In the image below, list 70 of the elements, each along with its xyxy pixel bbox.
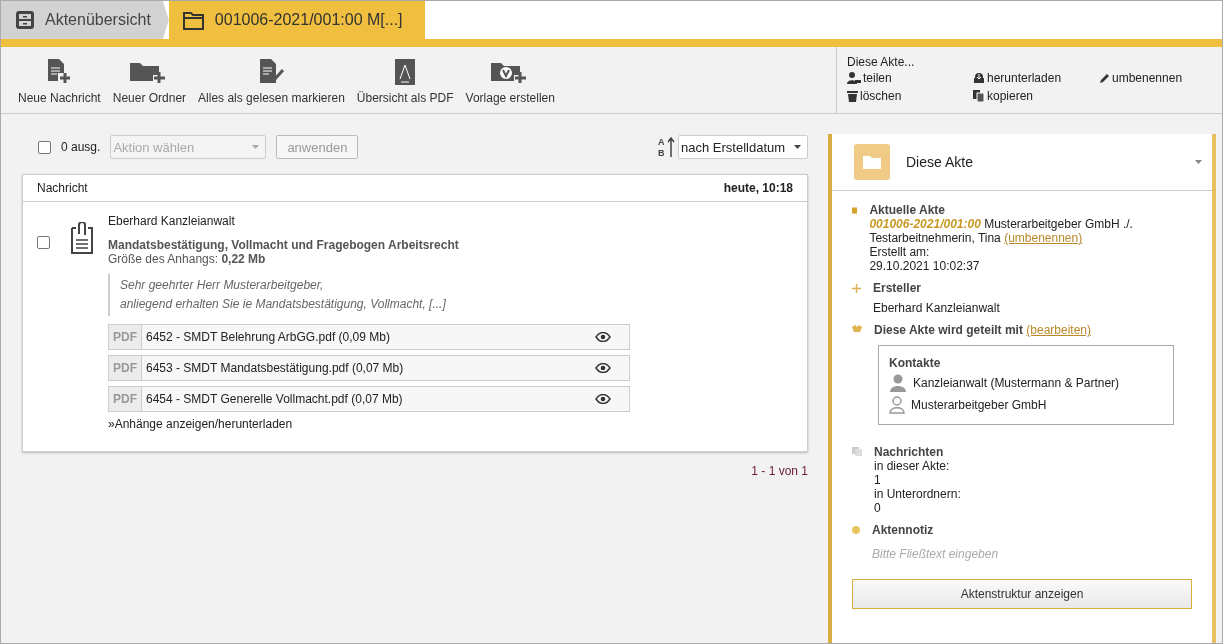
breadcrumb-tab[interactable]: 001006-2021/001:00 M[...] xyxy=(168,1,425,39)
section-heading: Aktennotiz xyxy=(872,523,935,537)
eye-icon[interactable] xyxy=(595,332,611,342)
section-heading: Ersteller xyxy=(873,281,923,295)
message-preview: Sehr geehrter Herr Musterarbeitgeber, anliegend erhalten Sie ie Mandatsbestätigung, Vollmacht, [...] xyxy=(108,274,630,316)
toolbar-button[interactable]: Neue Nachricht xyxy=(15,59,104,105)
message-count-text: in dieser Akte: xyxy=(874,459,951,473)
sender-name: Eberhard Kanzleianwalt xyxy=(108,214,236,228)
structure-button[interactable]: Aktenstruktur anzeigen xyxy=(852,579,1192,609)
user-share-icon xyxy=(847,72,861,84)
contact-name[interactable]: Kanzleianwalt (Mustermann & Partner) xyxy=(913,376,1120,390)
handshake-icon xyxy=(852,325,862,333)
eye-icon[interactable] xyxy=(595,394,611,404)
pagination-text: 1 - 1 von 1 xyxy=(751,464,808,478)
section-heading: Aktuelle Akte xyxy=(869,203,946,217)
copy-icon xyxy=(973,90,985,102)
shared-heading: Diese Akte wird geteilt mit (bearbeiten) xyxy=(874,323,1091,337)
folder-icon xyxy=(854,144,890,180)
messages-icon xyxy=(852,447,862,456)
created-date: 29.10.2021 10:02:37 xyxy=(869,259,981,273)
message-count-text: in Unterordnern: xyxy=(874,487,961,501)
trash-icon xyxy=(847,90,858,102)
document-check-icon xyxy=(257,59,286,85)
toolbar-button[interactable]: Vorlage erstellen xyxy=(462,59,558,105)
cabinet-icon xyxy=(15,10,35,30)
file-action-link[interactable]: teilen xyxy=(847,71,973,85)
pencil-icon xyxy=(1099,72,1110,84)
pdf-document-icon xyxy=(394,59,417,85)
caret-icon xyxy=(1195,160,1202,164)
message-subject[interactable]: Mandatsbestätigung, Vollmacht und Fragebogen Arbeitsrecht xyxy=(108,238,630,252)
column-header: Nachricht xyxy=(37,181,88,195)
contacts-title: Kontakte xyxy=(889,356,942,370)
message-count-text: 0 xyxy=(874,501,882,515)
file-action-link[interactable]: herunterladen xyxy=(973,71,1099,85)
plus-icon xyxy=(852,284,861,293)
date-header: heute, 10:18 xyxy=(723,181,793,195)
eye-icon[interactable] xyxy=(595,363,611,373)
file-action-link[interactable]: löschen xyxy=(847,89,973,103)
select-all-checkbox[interactable] xyxy=(38,140,51,154)
file-action-link[interactable]: umbenennen xyxy=(1099,71,1219,85)
message-count-text: 1 xyxy=(874,473,882,487)
file-name: 001006-2021/001:00 Musterarbeitgeber GmbH ./. Testarbeitnehmerin, Tina (umbenennen) xyxy=(869,217,1134,245)
file-icon xyxy=(852,206,858,215)
caret-icon xyxy=(252,145,260,149)
contact-name[interactable]: Musterarbeitgeber GmbH xyxy=(911,398,1047,412)
dot-icon xyxy=(852,526,860,534)
file-action-link[interactable]: kopieren xyxy=(973,89,1099,103)
attachment-row[interactable]: PDF 6453 - SMDT Mandatsbestätigung.pdf (0,07 Mb) xyxy=(108,355,630,381)
folder-icon xyxy=(182,10,205,30)
toolbar-button[interactable]: Alles als gelesen markieren xyxy=(195,59,348,105)
section-heading: Nachrichten xyxy=(874,445,945,459)
created-label: Erstellt am: xyxy=(869,245,931,259)
attachment-row[interactable]: PDF 6452 - SMDT Belehrung ArbGG.pdf (0,09 Mb) xyxy=(108,324,630,350)
download-icon xyxy=(973,72,985,84)
actions-title: Diese Akte... xyxy=(847,55,916,69)
toolbar-button[interactable]: Neuer Ordner xyxy=(109,59,190,105)
attachment-size: Größe des Anhangs: 0,22 Mb xyxy=(108,252,267,266)
caret-icon xyxy=(794,145,801,149)
paperclip-document-icon xyxy=(70,222,94,254)
attachments-link[interactable]: »Anhänge anzeigen/herunterladen xyxy=(108,417,630,431)
attachment-row[interactable]: PDF 6454 - SMDT Generelle Vollmacht.pdf (0,07 Mb) xyxy=(108,386,630,412)
creator-name: Eberhard Kanzleianwalt xyxy=(873,301,1000,315)
person-outline-icon xyxy=(889,396,905,414)
person-icon xyxy=(889,374,907,392)
sort-select[interactable]: nach Erstelldatum xyxy=(678,135,808,159)
toolbar-button[interactable]: Übersicht als PDF xyxy=(353,59,457,105)
selected-count: 0 ausg. xyxy=(61,140,101,154)
panel-title: Diese Akte xyxy=(906,154,974,170)
message-checkbox[interactable] xyxy=(37,236,50,249)
breadcrumb-tab[interactable]: Aktenübersicht xyxy=(1,1,169,39)
